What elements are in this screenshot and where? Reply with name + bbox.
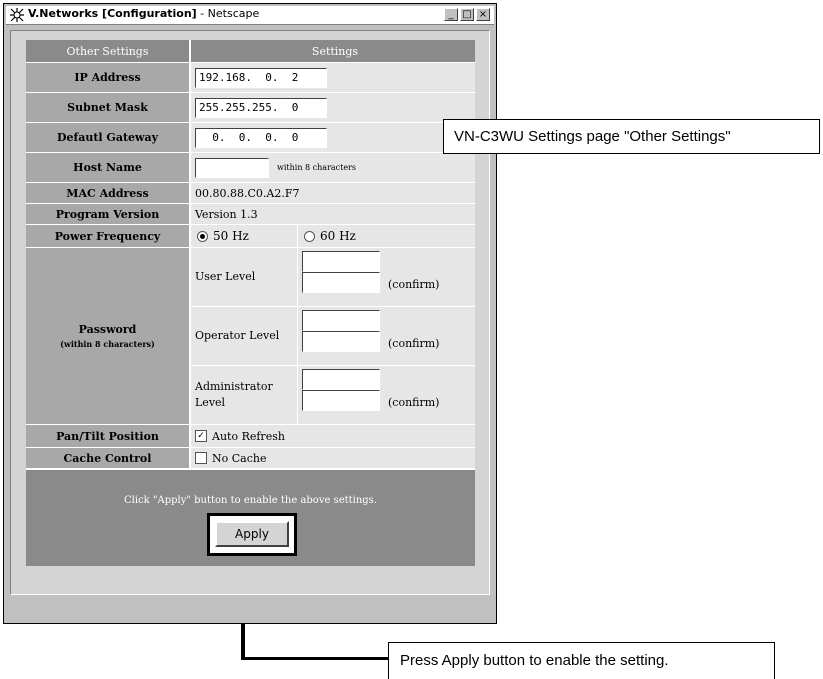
browser-window: V.Networks [Configuration] - Netscape _ … <box>3 3 497 624</box>
row-ip-address: IP Address 192.168. 0. 2 <box>26 63 475 93</box>
program-version-value: Version 1.3 <box>191 204 475 224</box>
maximize-button[interactable]: □ <box>460 8 474 21</box>
row-default-gateway: Defautl Gateway 0. 0. 0. 0 <box>26 123 475 153</box>
operator-password-input[interactable] <box>302 310 380 331</box>
password-label-cell: Password (within 8 characters) <box>26 248 191 424</box>
administrator-level-row: Administrator Level (confirm) <box>191 366 475 424</box>
row-power-frequency: Power Frequency 50 Hz 60 Hz <box>26 225 475 248</box>
callout-leader-horizontal <box>241 657 390 660</box>
ip-address-label: IP Address <box>26 63 191 92</box>
subnet-mask-label: Subnet Mask <box>26 93 191 122</box>
confirm-label: (confirm) <box>388 337 440 350</box>
title-bar[interactable]: V.Networks [Configuration] - Netscape _ … <box>6 6 494 25</box>
default-gateway-input[interactable]: 0. 0. 0. 0 <box>195 127 327 148</box>
row-pan-tilt: Pan/Tilt Position ✓ Auto Refresh <box>26 425 475 448</box>
row-password: Password (within 8 characters) User Leve… <box>26 248 475 425</box>
password-fields: User Level (confirm) Operator Level (con… <box>191 248 475 424</box>
operator-level-row: Operator Level (confirm) <box>191 307 475 366</box>
page-content: Other Settings Settings IP Address 192.1… <box>10 30 490 595</box>
no-cache-checkbox[interactable]: No Cache <box>191 448 475 468</box>
radio-50hz[interactable]: 50 Hz <box>191 225 298 247</box>
user-password-input[interactable] <box>302 251 380 272</box>
settings-table: Other Settings Settings IP Address 192.1… <box>26 40 475 566</box>
user-level-label: User Level <box>191 248 298 306</box>
close-button[interactable]: × <box>476 8 490 21</box>
row-subnet-mask: Subnet Mask 255.255.255. 0 <box>26 93 475 123</box>
window-title: V.Networks [Configuration] - Netscape <box>28 7 260 20</box>
host-name-label: Host Name <box>26 153 191 182</box>
netscape-icon <box>9 7 25 23</box>
administrator-password-input[interactable] <box>302 369 380 390</box>
auto-refresh-checkbox[interactable]: ✓ Auto Refresh <box>191 425 475 447</box>
radio-50hz-dot[interactable] <box>197 230 208 242</box>
apply-highlight: Apply <box>207 513 297 556</box>
host-name-note: within 8 characters <box>277 163 357 172</box>
administrator-password-confirm-input[interactable] <box>302 390 380 411</box>
row-mac-address: MAC Address 00.80.88.C0.A2.F7 <box>26 183 475 204</box>
apply-note-callout: Press Apply button to enable the setting… <box>388 642 775 679</box>
operator-password-confirm-input[interactable] <box>302 331 380 352</box>
password-label: Password <box>78 323 137 336</box>
apply-section: Click "Apply" button to enable the above… <box>26 469 475 566</box>
power-frequency-label: Power Frequency <box>26 225 191 247</box>
apply-instruction: Click "Apply" button to enable the above… <box>123 495 377 506</box>
password-sublabel: (within 8 characters) <box>60 339 155 349</box>
radio-60hz-dot[interactable] <box>304 230 315 242</box>
settings-page-callout: VN-C3WU Settings page "Other Settings" <box>443 119 820 154</box>
subnet-mask-input[interactable]: 255.255.255. 0 <box>195 97 327 118</box>
radio-60hz[interactable]: 60 Hz <box>298 229 356 243</box>
user-password-confirm-input[interactable] <box>302 272 380 293</box>
row-program-version: Program Version Version 1.3 <box>26 204 475 225</box>
mac-address-value: 00.80.88.C0.A2.F7 <box>191 183 475 203</box>
pan-tilt-label: Pan/Tilt Position <box>26 425 191 447</box>
checkmark-icon[interactable]: ✓ <box>195 430 207 442</box>
program-version-label: Program Version <box>26 204 191 224</box>
administrator-level-label: Administrator Level <box>191 366 298 424</box>
table-header: Other Settings Settings <box>26 40 475 63</box>
minimize-button[interactable]: _ <box>444 8 458 21</box>
row-cache-control: Cache Control No Cache <box>26 448 475 469</box>
confirm-label: (confirm) <box>388 396 440 409</box>
callout-leader-vertical <box>241 624 245 660</box>
user-level-row: User Level (confirm) <box>191 248 475 307</box>
empty-checkbox-icon[interactable] <box>195 452 207 464</box>
cache-control-label: Cache Control <box>26 448 191 468</box>
row-host-name: Host Name within 8 characters <box>26 153 475 183</box>
apply-button[interactable]: Apply <box>215 521 289 547</box>
default-gateway-label: Defautl Gateway <box>26 123 191 152</box>
operator-level-label: Operator Level <box>191 307 298 365</box>
header-settings: Settings <box>191 40 475 62</box>
confirm-label: (confirm) <box>388 278 440 291</box>
ip-address-input[interactable]: 192.168. 0. 2 <box>195 67 327 88</box>
mac-address-label: MAC Address <box>26 183 191 203</box>
header-other-settings: Other Settings <box>26 40 191 62</box>
host-name-input[interactable] <box>195 157 269 178</box>
